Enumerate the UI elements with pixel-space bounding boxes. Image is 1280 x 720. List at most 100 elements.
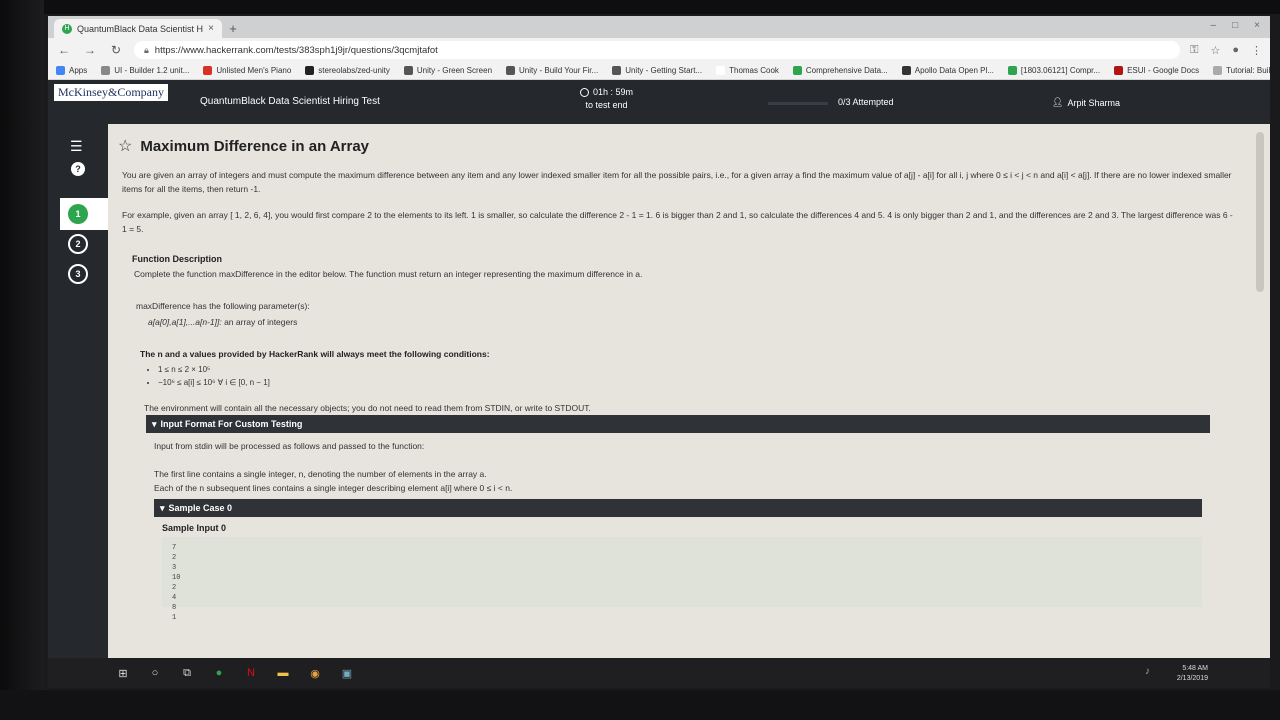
task-view-icon[interactable]: ⧉ (180, 666, 194, 680)
key-icon[interactable]: ⚿ (1190, 44, 1198, 57)
bookmark-icon (506, 66, 516, 75)
bookmark-item[interactable]: UI - Builder 1.2 unit... (101, 66, 189, 75)
hackerrank-favicon-icon: H (62, 23, 72, 34)
question-intro: You are given an array of integers and m… (122, 170, 1232, 194)
bookmark-item[interactable]: Thomas Cook (716, 66, 779, 75)
minimize-icon[interactable]: – (1211, 20, 1217, 31)
bookmark-label: Tutorial: Build a lane... (1226, 66, 1270, 75)
bookmark-item[interactable]: Unity - Green Screen (403, 66, 492, 75)
question-2-button[interactable]: 2 (68, 234, 88, 254)
taskbar-clock[interactable]: 5:48 AM 2/13/2019 (1177, 658, 1208, 684)
bookmark-icon (56, 66, 65, 75)
input-format-line: Input from stdin will be processed as fo… (154, 441, 425, 451)
bookmark-icon (305, 66, 315, 75)
timer: 01h : 59m to test end (580, 86, 633, 112)
close-window-icon[interactable]: × (1254, 20, 1260, 31)
url-input[interactable]: 🔒︎ https://www.hackerrank.com/tests/383s… (134, 41, 1181, 59)
question-1-button[interactable]: 1 (68, 204, 88, 224)
bookmark-label: Apollo Data Open Pl... (914, 66, 994, 75)
bookmark-item[interactable]: Unity - Getting Start... (612, 66, 702, 75)
sample-input-line: 8 (172, 604, 177, 612)
sample-case-accordion[interactable]: ▾ Sample Case 0 (154, 499, 1202, 517)
address-bar-icons: ⚿ ☆ ● ⋮ (1190, 44, 1262, 57)
tab-strip: H QuantumBlack Data Scientist H... × + –… (48, 16, 1270, 38)
back-icon[interactable]: ← (56, 43, 72, 57)
browser-menu-icon[interactable]: ⋮ (1251, 44, 1262, 57)
sample-case-heading: Sample Case 0 (168, 503, 233, 513)
extension-icon[interactable]: ● (1232, 44, 1239, 57)
menu-icon[interactable]: ☰ (70, 138, 83, 155)
input-format-body: Input from stdin will be processed as fo… (118, 439, 1250, 495)
question-3-button[interactable]: 3 (68, 264, 88, 284)
monitor-bezel-top (0, 0, 1280, 14)
network-icon[interactable]: ♪ (1145, 666, 1150, 677)
constraint-item: −10⁶ ≤ a[i] ≤ 10⁶ ∀ i ∈ [0, n − 1] (158, 376, 1250, 389)
file-explorer-icon[interactable]: ▬ (276, 666, 290, 680)
address-bar: ← → ↻ 🔒︎ https://www.hackerrank.com/test… (48, 38, 1270, 62)
tab-close-icon[interactable]: × (208, 23, 214, 34)
function-description-text: Complete the function maxDifference in t… (134, 269, 643, 279)
input-format-heading: Input Format For Custom Testing (160, 419, 303, 429)
bookmark-label: Unlisted Men's Piano (216, 66, 292, 75)
bookmark-label: Apps (69, 66, 88, 75)
browser-tab[interactable]: H QuantumBlack Data Scientist H... × (54, 19, 222, 38)
constraint-item: 1 ≤ n ≤ 2 × 10⁵ (158, 363, 1250, 376)
search-icon[interactable]: ○ (148, 666, 162, 680)
bookmark-icon (101, 66, 111, 75)
bookmark-icon (403, 66, 413, 75)
input-format-line: Each of the n subsequent lines contains … (154, 483, 513, 493)
sample-input-line: 7 (172, 544, 177, 552)
sample-input-line: 2 (172, 584, 177, 592)
bookmark-item[interactable]: Apps (56, 66, 87, 75)
test-body: ☰ ? 1 2 3 ☆ Maximum Difference in an Arr… (48, 124, 1270, 658)
bookmark-item[interactable]: Comprehensive Data... (792, 66, 888, 75)
constraints-list: 1 ≤ n ≤ 2 × 10⁵ −10⁶ ≤ a[i] ≤ 10⁶ ∀ i ∈ … (118, 363, 1250, 389)
function-description-heading: Function Description (132, 254, 222, 264)
taskbar-time: 5:48 AM (1182, 665, 1208, 672)
user-name: Arpit Sharma (1067, 97, 1120, 108)
forward-icon[interactable]: → (82, 43, 98, 57)
bookmark-label: stereolabs/zed-unity (318, 66, 390, 75)
bookmark-item[interactable]: Tutorial: Build a lane... (1213, 66, 1270, 75)
taskbar-date: 2/13/2019 (1176, 675, 1208, 682)
bookmark-icon (1114, 66, 1124, 75)
bookmarks-bar: Apps UI - Builder 1.2 unit... Unlisted Men… (48, 62, 1270, 80)
windows-start-icon[interactable]: ⊞ (116, 666, 130, 680)
question-title: Maximum Difference in an Array (140, 137, 370, 155)
reload-icon[interactable]: ↻ (108, 43, 124, 57)
new-tab-button[interactable]: + (222, 19, 244, 38)
page-scrollbar[interactable] (1256, 132, 1264, 292)
bookmark-item[interactable]: Unity - Build Your Fir... (506, 66, 598, 75)
user-icon: 👤︎ (1052, 97, 1064, 107)
question-content: ☆ Maximum Difference in an Array You are… (114, 124, 1250, 658)
bookmark-label: Unity - Build Your Fir... (519, 66, 599, 75)
timer-value: 01h : 59m (593, 87, 634, 97)
tab-title: QuantumBlack Data Scientist H... (77, 23, 204, 34)
user-menu[interactable]: 👤︎ Arpit Sharma (1052, 97, 1120, 108)
xbox-icon[interactable]: ● (212, 666, 226, 680)
app-icon[interactable]: ▣ (340, 666, 354, 680)
bookmark-item[interactable]: ESUI - Google Docs (1114, 66, 1199, 75)
netflix-icon[interactable]: N (244, 666, 258, 680)
bookmark-icon (716, 66, 726, 75)
test-title: QuantumBlack Data Scientist Hiring Test (200, 96, 380, 107)
help-icon[interactable]: ? (71, 162, 85, 176)
bookmark-label: Thomas Cook (729, 66, 779, 75)
window-controls: – □ × (1211, 20, 1270, 35)
maximize-icon[interactable]: □ (1232, 20, 1238, 31)
monitor-bezel-bottom (0, 690, 1280, 720)
favorite-star-icon[interactable]: ☆ (118, 136, 132, 156)
bookmark-star-icon[interactable]: ☆ (1210, 44, 1220, 57)
bookmark-item[interactable]: Apollo Data Open Pl... (901, 66, 994, 75)
bookmark-item[interactable]: Unlisted Men's Piano (203, 66, 291, 75)
lock-icon: 🔒︎ (144, 44, 149, 55)
sample-input-line: 1 (172, 614, 177, 622)
bookmark-icon (901, 66, 911, 75)
input-format-accordion[interactable]: ▾ Input Format For Custom Testing (146, 415, 1210, 433)
url-text: https://www.hackerrank.com/tests/383sph1… (154, 44, 438, 56)
sample-input-line: 3 (172, 564, 177, 572)
bookmark-item[interactable]: stereolabs/zed-unity (305, 66, 390, 75)
chrome-icon[interactable]: ◉ (308, 666, 322, 680)
bookmark-item[interactable]: [1803.06121] Compr... (1007, 66, 1100, 75)
sample-input-line: 10 (172, 574, 181, 582)
